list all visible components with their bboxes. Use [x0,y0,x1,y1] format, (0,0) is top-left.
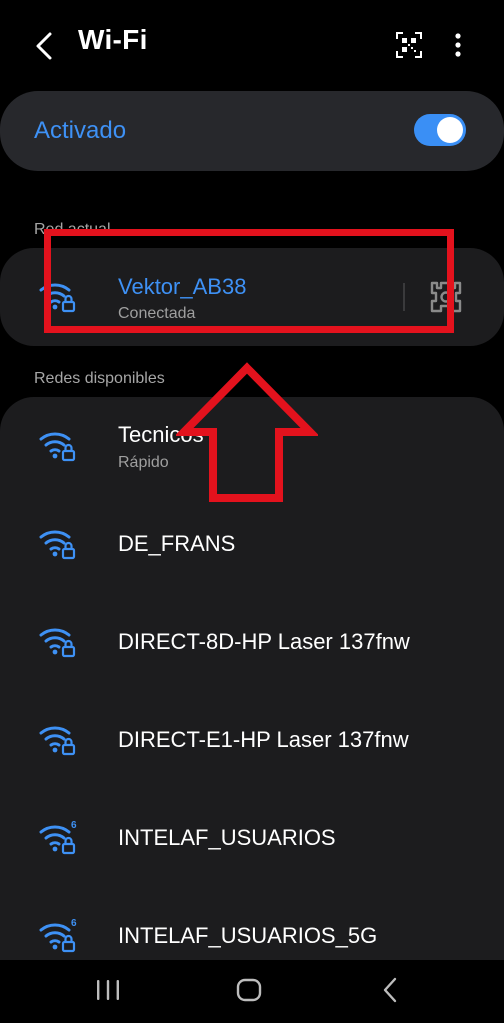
back-arrow-icon [36,32,52,60]
page-title: Wi-Fi [78,24,148,55]
recent-apps-icon [97,980,119,1000]
network-item-intelaf-usuarios[interactable]: 6 INTELAF_USUARIOS [0,790,504,886]
home-button[interactable] [219,965,279,1015]
qr-code-icon [396,32,422,58]
available-networks-section-label: Redes disponibles [34,370,165,387]
switch-knob [437,117,463,143]
more-vertical-icon [455,33,461,57]
network-name: DIRECT-8D-HP Laser 137fnw [118,629,410,654]
network-name: INTELAF_USUARIOS [118,825,336,850]
network-name: DIRECT-E1-HP Laser 137fnw [118,727,409,752]
wifi6-lock-icon: 6 [38,819,78,862]
wifi-lock-icon [38,721,76,762]
home-icon [236,978,262,1002]
network-name: DE_FRANS [118,531,236,556]
wifi6-badge: 6 [71,820,77,831]
wifi-toggle-label: Activado [34,117,127,144]
network-item-direct-e1[interactable]: DIRECT-E1-HP Laser 137fnw [0,692,504,788]
wifi-lock-icon [38,427,76,468]
more-options-button[interactable] [446,28,470,62]
arrow-annotation [176,362,318,502]
wifi6-badge: 6 [71,918,77,929]
network-name: INTELAF_USUARIOS_5G [118,923,378,948]
network-item-de-frans[interactable]: DE_FRANS [0,496,504,592]
network-item-direct-8d[interactable]: DIRECT-8D-HP Laser 137fnw [0,594,504,690]
network-detail: Rápido [118,454,169,471]
back-button[interactable] [26,26,62,66]
back-nav-button[interactable] [360,965,420,1015]
wifi-lock-icon [38,623,76,664]
wifi-switch[interactable] [414,114,466,146]
qr-code-button[interactable] [392,28,426,62]
highlight-box-annotation [44,229,454,333]
wifi-lock-icon [38,525,76,566]
recent-apps-button[interactable] [78,965,138,1015]
wifi6-lock-icon: 6 [38,917,78,960]
chevron-left-icon [383,977,397,1003]
